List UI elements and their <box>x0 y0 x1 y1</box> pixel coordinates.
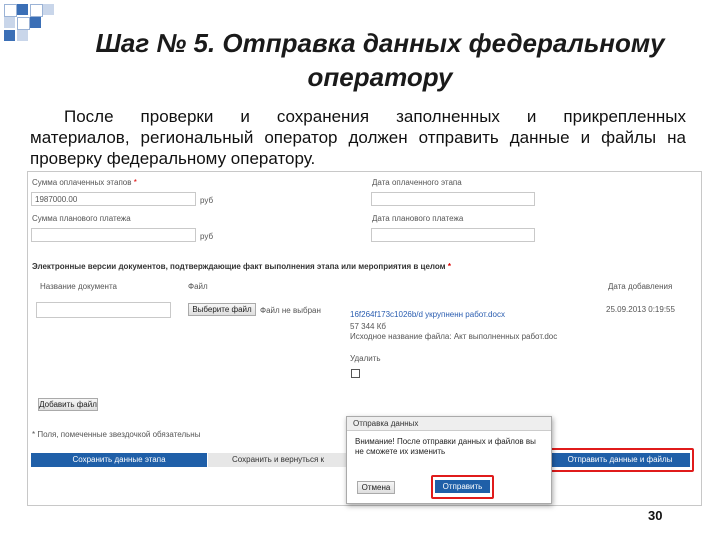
col-doc-name: Название документа <box>40 282 117 291</box>
currency-label-2: руб <box>200 232 214 241</box>
date-added-value: 25.09.2013 0:19:55 <box>606 305 675 314</box>
date-planned2-label: Дата планового платежа <box>372 214 464 223</box>
dialog-message-line1: Внимание! После отправки данных и файлов… <box>355 437 536 446</box>
docs-section-label: Электронные версии документов, подтвержд… <box>32 262 451 271</box>
doc-name-input[interactable] <box>36 302 171 318</box>
col-date-added: Дата добавления <box>608 282 673 291</box>
file-link[interactable]: 16f264f173c1026b/d укрупненн работ.docx <box>350 310 505 319</box>
dialog-cancel-button[interactable]: Отмена <box>357 481 395 494</box>
delete-checkbox[interactable] <box>351 369 360 378</box>
dialog-send-highlight <box>431 475 494 499</box>
col-file: Файл <box>188 282 208 291</box>
date-planned-input[interactable] <box>371 192 535 206</box>
slide-title-line1: Шаг № 5. Отправка данных федеральному <box>95 28 665 58</box>
add-file-button[interactable]: Добавить файл <box>38 398 98 411</box>
slide-title: Шаг № 5. Отправка данных федеральному оп… <box>60 26 700 94</box>
paragraph-line2: материалов, региональный оператор должен… <box>30 128 686 147</box>
date-planned-label: Дата оплаченного этапа <box>372 178 462 187</box>
choose-file-button[interactable]: Выберите файл <box>188 303 256 316</box>
paragraph-line3: проверку федеральному оператору. <box>30 149 316 168</box>
send-confirm-dialog: Отправка данных Внимание! После отправки… <box>346 416 552 504</box>
slide-title-line2: оператору <box>307 62 453 92</box>
date-planned2-input[interactable] <box>371 228 535 242</box>
delete-label: Удалить <box>350 354 381 363</box>
currency-label-1: руб <box>200 196 214 205</box>
file-original-name: Исходное название файла: Акт выполненных… <box>350 332 558 341</box>
required-note: * Поля, помеченные звездочкой обязательн… <box>32 430 201 439</box>
slide-paragraph: После проверки и сохранения заполненных … <box>30 106 686 169</box>
page-number: 30 <box>648 508 663 523</box>
corner-decoration <box>0 0 60 41</box>
save-return-button[interactable]: Сохранить и вернуться к мероприятиям <box>208 453 348 467</box>
sum-planned2-input[interactable] <box>31 228 196 242</box>
dialog-message-line2: не сможете их изменить <box>355 447 446 456</box>
dialog-title: Отправка данных <box>347 417 551 431</box>
sum-planned-input[interactable]: 1987000.00 <box>31 192 196 206</box>
save-stage-button[interactable]: Сохранить данные этапа <box>31 453 207 467</box>
paragraph-line1: После проверки и сохранения заполненных … <box>64 107 686 126</box>
file-size: 57 344 Кб <box>350 322 386 331</box>
send-data-files-highlight <box>546 448 694 472</box>
sum-planned2-label: Сумма планового платежа <box>32 214 131 223</box>
form-screenshot: Сумма оплаченных этапов * 1987000.00 руб… <box>27 171 702 506</box>
sum-planned-label: Сумма оплаченных этапов * <box>32 178 137 187</box>
no-file-selected: Файл не выбран <box>260 306 321 315</box>
